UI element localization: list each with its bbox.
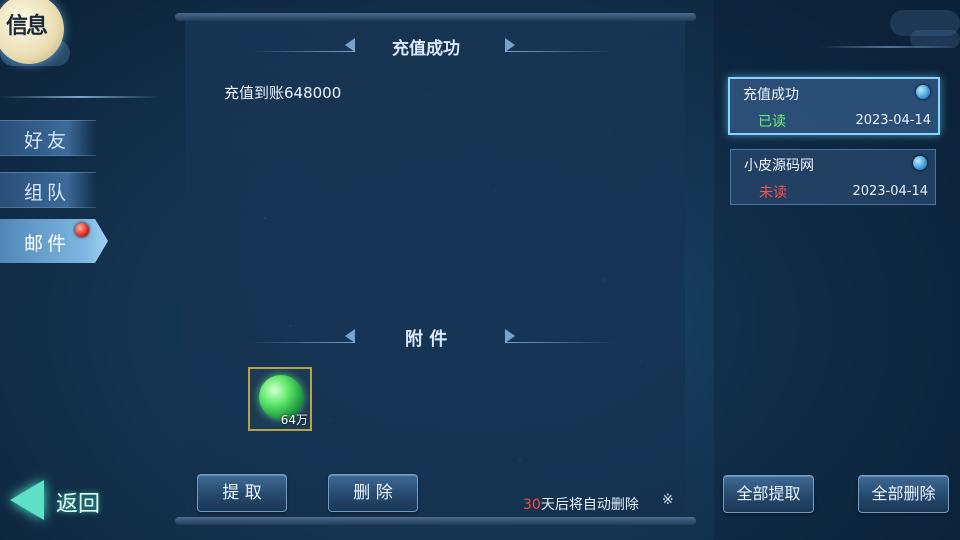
badge-label: 信息 xyxy=(6,13,48,39)
wing-left-icon xyxy=(345,38,355,52)
nav-tab-label: 好友 xyxy=(24,130,71,152)
attach-deco-right xyxy=(505,342,615,343)
mail-item-title: 充值成功 xyxy=(743,87,799,103)
back-arrow-icon xyxy=(10,480,44,520)
mail-status-dot-icon xyxy=(916,85,930,99)
swoosh-decoration xyxy=(0,96,160,98)
attachment-count: 64万 xyxy=(280,413,308,427)
mail-list-item[interactable]: 小皮源码网 未读 2023-04-14 xyxy=(730,149,936,205)
mail-body-text: 充值到账648000 xyxy=(224,84,342,102)
mail-item-date: 2023-04-14 xyxy=(852,184,928,199)
mail-item-status: 已读 xyxy=(758,114,786,130)
attachment-heading: 附 件 xyxy=(405,329,448,350)
mail-status-dot-icon xyxy=(913,156,927,170)
mail-item-title: 小皮源码网 xyxy=(744,158,814,174)
notification-dot-icon xyxy=(75,223,89,237)
mail-item-date: 2023-04-14 xyxy=(855,113,931,128)
nav-tab-friends[interactable]: 好友 xyxy=(0,120,96,156)
claim-button[interactable]: 提 取 xyxy=(197,474,287,512)
scroll-top-rod xyxy=(175,13,696,21)
auto-delete-notice: 30天后将自动删除 xyxy=(523,494,639,514)
delete-all-button[interactable]: 全部删除 xyxy=(858,475,949,513)
nav-tab-label: 邮件 xyxy=(24,233,71,255)
nav-tab-label: 组队 xyxy=(24,182,71,204)
attachment-slot[interactable]: 64万 xyxy=(248,367,312,431)
back-button[interactable]: 返回 xyxy=(10,474,120,526)
auto-delete-text: 天后将自动删除 xyxy=(540,497,639,513)
mail-list-item[interactable]: 充值成功 已读 2023-04-14 xyxy=(728,77,940,135)
title-deco-left xyxy=(250,51,355,52)
delete-button[interactable]: 删 除 xyxy=(328,474,418,512)
back-label: 返回 xyxy=(56,492,101,517)
auto-delete-days: 30 xyxy=(523,497,541,513)
nav-tab-team[interactable]: 组队 xyxy=(0,172,96,208)
wing-right-icon xyxy=(505,329,515,343)
wing-right-icon xyxy=(505,38,515,52)
nav-tab-mail[interactable]: 邮件 xyxy=(0,219,108,263)
close-icon[interactable]: ※ xyxy=(662,492,674,508)
claim-all-button[interactable]: 全部提取 xyxy=(723,475,814,513)
scroll-bottom-rod xyxy=(175,517,696,525)
attach-deco-left xyxy=(250,342,355,343)
wing-left-icon xyxy=(345,329,355,343)
mail-title: 充值成功 xyxy=(392,39,460,59)
title-deco-right xyxy=(505,51,615,52)
mail-item-status: 未读 xyxy=(759,185,787,201)
